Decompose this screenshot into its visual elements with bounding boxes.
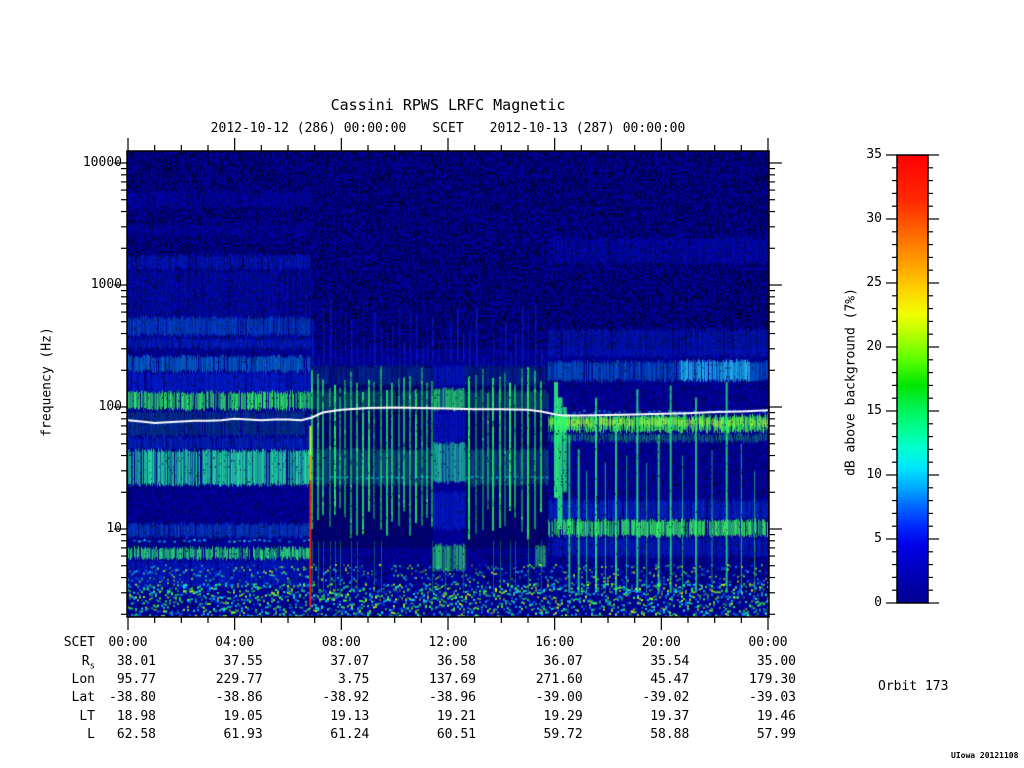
colorbar-tick-label: 5 (874, 531, 882, 546)
ephemeris-value: 35.00 (756, 654, 796, 669)
ephemeris-value: 58.88 (650, 727, 690, 742)
ephemeris-value: 19.37 (650, 708, 690, 724)
ephemeris-value: 137.69 (429, 672, 476, 687)
x-tick-label: 00:00 (108, 635, 148, 650)
scet-axis-label: SCET (432, 121, 464, 136)
ephemeris-value: 37.07 (330, 654, 370, 669)
ephemeris-value: 37.55 (223, 654, 263, 669)
y-tick-label: 10000 (82, 155, 122, 170)
ephemeris-value: 3.75 (338, 672, 370, 687)
x-tick-label: 00:00 (748, 635, 788, 650)
colorbar-tick-label: 25 (866, 275, 882, 290)
ephemeris-value: 19.29 (543, 708, 583, 724)
colorbar-label: dB above background (7%) (843, 288, 859, 476)
ephemeris-value: 59.72 (543, 727, 583, 742)
ephemeris-value: 61.24 (330, 727, 370, 742)
ephemeris-value: 95.77 (116, 672, 156, 687)
y-axis-label: frequency (Hz) (39, 327, 55, 437)
ephemeris-value: -38.96 (429, 690, 476, 705)
ephemeris-value: 57.99 (756, 727, 796, 742)
credit-stamp: UIowa 20121108 (951, 751, 1019, 760)
colorbar-tick-label: 0 (874, 595, 882, 610)
ephemeris-value: -38.86 (215, 690, 263, 705)
colorbar-tick-label: 20 (866, 339, 882, 354)
ephemeris-value: 19.21 (436, 708, 476, 724)
ephemeris-value: 19.05 (223, 708, 263, 724)
ephemeris-value: -38.92 (322, 690, 370, 705)
ephemeris-value: 36.07 (543, 654, 583, 669)
ephemeris-value: 60.51 (436, 727, 476, 742)
colorbar-tick-label: 15 (866, 403, 882, 418)
y-tick-label: 10 (106, 521, 122, 536)
ephemeris-value: 61.93 (223, 727, 263, 742)
x-tick-label: 12:00 (428, 635, 468, 650)
colorbar-tick-label: 35 (866, 147, 882, 162)
colorbar-tick-label: 10 (866, 467, 882, 482)
ephemeris-value: -39.02 (642, 690, 690, 705)
ephemeris-value: 19.46 (756, 708, 796, 724)
subtitle-start-date: 2012-10-12 (286) 00:00:00 (210, 121, 407, 136)
colorbar-tick-label: 30 (866, 211, 882, 226)
subtitle: 2012-10-12 (286) 00:00:00 SCET 2012-10-13 … (127, 121, 769, 136)
colorbar-gradient (897, 155, 928, 603)
ephemeris-value: 229.77 (215, 672, 263, 687)
ephemeris-value: -38.80 (109, 690, 156, 705)
ephemeris-value: 179.30 (749, 672, 796, 687)
page: { "page": {"background": "#ffffff", "sta… (0, 0, 1024, 768)
page-title: Cassini RPWS LRFC Magnetic (330, 96, 566, 114)
ephemeris-value: 18.98 (116, 708, 156, 724)
x-tick-label: 08:00 (321, 635, 361, 650)
subtitle-end-date: 2012-10-13 (287) 00:00:00 (489, 121, 686, 136)
ephemeris-value: -39.00 (535, 690, 583, 705)
x-tick-label: 20:00 (641, 635, 681, 650)
orbit-annotation: Orbit 173 (878, 679, 949, 694)
row-label-scet: SCET (63, 635, 95, 650)
y-tick-label: 1000 (90, 277, 122, 292)
ephemeris-value: 38.01 (116, 654, 156, 669)
ephemeris-value: 36.58 (436, 654, 476, 669)
ephemeris-value: -39.03 (749, 690, 796, 705)
spectrogram-heatmap (127, 151, 769, 617)
ephemeris-value: 45.47 (650, 672, 690, 687)
ephemeris-value: 35.54 (650, 654, 690, 669)
ephemeris-value: 19.13 (330, 708, 370, 724)
ephemeris-value: 271.60 (535, 672, 583, 687)
x-tick-label: 04:00 (215, 635, 255, 650)
y-tick-label: 100 (98, 399, 122, 414)
ephemeris-value: 62.58 (116, 727, 156, 742)
x-tick-label: 16:00 (535, 635, 575, 650)
